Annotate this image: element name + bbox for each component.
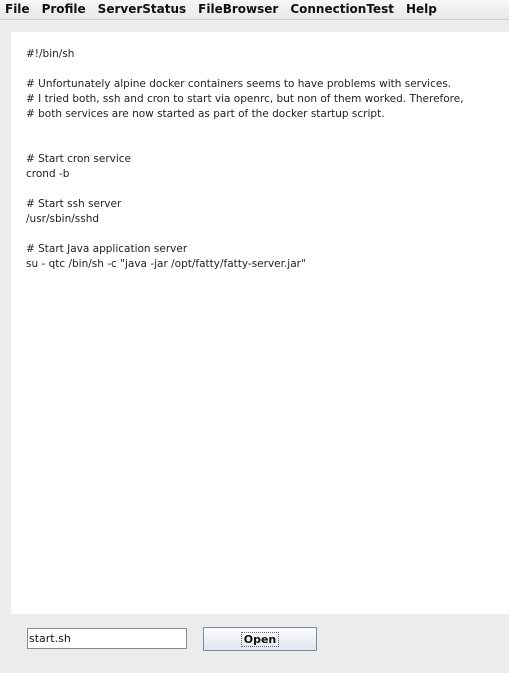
menu-help[interactable]: Help — [400, 0, 443, 19]
open-button-label: Open — [240, 631, 280, 647]
filename-input[interactable] — [27, 628, 187, 649]
menu-connection-test[interactable]: ConnectionTest — [284, 0, 400, 19]
menu-profile[interactable]: Profile — [36, 0, 92, 19]
menu-server-status[interactable]: ServerStatus — [92, 0, 192, 19]
open-button[interactable]: Open — [203, 627, 317, 651]
menu-bar: File Profile ServerStatus FileBrowser Co… — [0, 0, 509, 20]
menu-file[interactable]: File — [0, 0, 36, 19]
file-content-editor[interactable]: #!/bin/sh # Unfortunately alpine docker … — [11, 32, 509, 614]
menu-file-browser[interactable]: FileBrowser — [192, 0, 284, 19]
file-content-text: #!/bin/sh # Unfortunately alpine docker … — [26, 48, 464, 270]
